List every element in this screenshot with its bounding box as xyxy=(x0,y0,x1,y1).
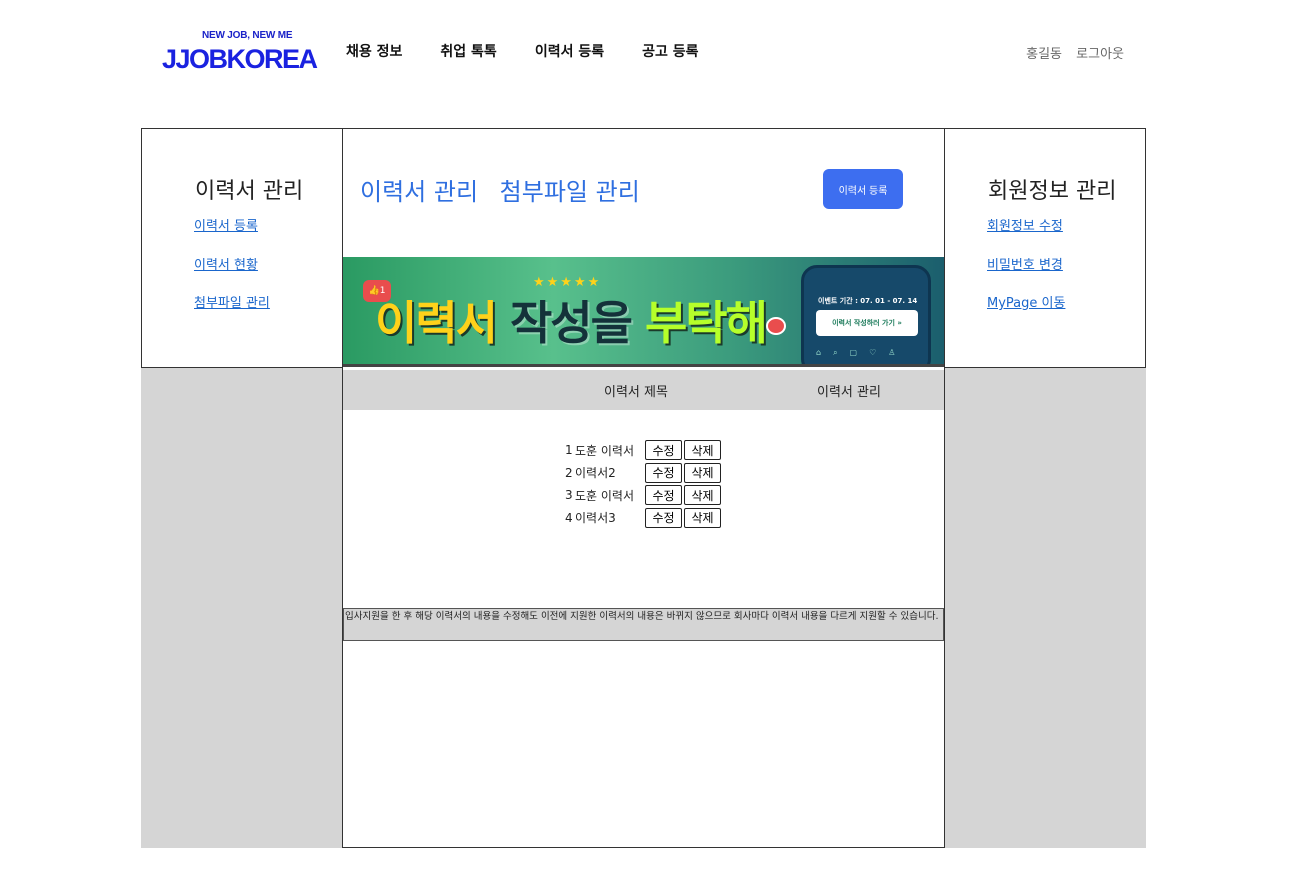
nav-job-info[interactable]: 채용 정보 xyxy=(346,41,402,61)
row-title[interactable]: 도훈 이력서 xyxy=(575,487,645,504)
delete-button[interactable]: 삭제 xyxy=(684,485,721,506)
banner-title-part3: 부탁해 xyxy=(644,296,768,350)
right-gray-fill xyxy=(945,368,1146,848)
resume-notice: 입사지원을 한 후 해당 이력서의 내용을 수정해도 이전에 지원한 이력서의 … xyxy=(343,608,944,641)
row-title[interactable]: 이력서2 xyxy=(575,464,645,481)
link-change-password[interactable]: 비밀번호 변경 xyxy=(987,254,1063,273)
logout-link[interactable]: 로그아웃 xyxy=(1076,47,1124,62)
nav-career-talk[interactable]: 취업 톡톡 xyxy=(440,41,496,61)
row-number: 1 xyxy=(565,443,573,458)
user-name[interactable]: 홍길동 xyxy=(1026,47,1062,62)
logo-text: JJOBKOREA xyxy=(162,44,318,74)
col-resume-title: 이력서 제목 xyxy=(604,385,668,400)
edit-button[interactable]: 수정 xyxy=(645,485,682,506)
member-info-title: 회원정보 관리 xyxy=(988,179,1117,204)
table-row: 1 도훈 이력서 수정 삭제 xyxy=(565,439,723,462)
edit-button[interactable]: 수정 xyxy=(645,507,682,528)
edit-button[interactable]: 수정 xyxy=(645,462,682,483)
banner-title-part2: 작성을 xyxy=(509,296,633,350)
link-resume-status[interactable]: 이력서 현황 xyxy=(194,254,258,273)
phone-nav-icons: ⌂⌕▢♡♙ xyxy=(816,348,908,357)
banner-cta: 이력서 작성하러 가기 » xyxy=(816,310,918,336)
main-nav: 채용 정보 취업 톡톡 이력서 등록 공고 등록 xyxy=(346,41,737,61)
banner-title-part1: 이력서 xyxy=(375,296,498,350)
user-area: 홍길동 로그아웃 xyxy=(1016,43,1124,62)
logo-tagline: NEW JOB, NEW ME xyxy=(202,30,293,41)
table-row: 3 도훈 이력서 수정 삭제 xyxy=(565,484,723,507)
link-resume-register[interactable]: 이력서 등록 xyxy=(194,215,258,234)
table-row: 2 이력서2 수정 삭제 xyxy=(565,462,723,485)
banner-cta-label: 이력서 작성하러 가기 xyxy=(832,319,895,327)
link-edit-member-info[interactable]: 회원정보 수정 xyxy=(987,215,1063,234)
nav-post-register[interactable]: 공고 등록 xyxy=(642,41,698,61)
delete-button[interactable]: 삭제 xyxy=(684,462,721,483)
row-number: 4 xyxy=(565,510,573,525)
link-attachment-management[interactable]: 첨부파일 관리 xyxy=(194,292,270,311)
promo-banner[interactable]: 👍1 ★★★★★ 이력서 작성을 부탁해 이벤트 기간 : 07. 01 - 0… xyxy=(343,257,944,367)
logo[interactable]: NEW JOB, NEW ME JJOBKOREA xyxy=(162,30,318,74)
phone-illustration: 이벤트 기간 : 07. 01 - 07. 14 이력서 작성하러 가기 » ⌂… xyxy=(801,265,931,364)
delete-button[interactable]: 삭제 xyxy=(684,440,721,461)
resume-list: 1 도훈 이력서 수정 삭제 2 이력서2 수정 삭제 3 도훈 이력서 수정 … xyxy=(565,439,723,529)
register-resume-button[interactable]: 이력서 등록 xyxy=(823,169,903,209)
center-content: 이력서 관리 첨부파일 관리 이력서 등록 👍1 ★★★★★ 이력서 작성을 부… xyxy=(342,128,945,848)
row-number: 3 xyxy=(565,488,573,503)
row-title[interactable]: 이력서3 xyxy=(575,509,645,526)
left-gray-fill xyxy=(141,368,342,848)
heart-icon xyxy=(766,317,786,335)
banner-title: 이력서 작성을 부탁해 xyxy=(375,287,768,353)
tab-resume-management[interactable]: 이력서 관리 xyxy=(360,178,478,206)
table-header: 이력서 제목 이력서 관리 xyxy=(343,370,944,410)
resume-management-title: 이력서 관리 xyxy=(195,179,304,204)
delete-button[interactable]: 삭제 xyxy=(684,507,721,528)
resume-management-panel: 이력서 관리 이력서 등록 이력서 현황 첨부파일 관리 xyxy=(141,128,343,368)
event-period: 이벤트 기간 : 07. 01 - 07. 14 xyxy=(818,297,918,305)
edit-button[interactable]: 수정 xyxy=(645,440,682,461)
tab-attachment-management[interactable]: 첨부파일 관리 xyxy=(500,178,640,206)
link-mypage[interactable]: MyPage 이동 xyxy=(987,292,1065,311)
col-resume-manage: 이력서 관리 xyxy=(817,385,881,400)
nav-resume-register[interactable]: 이력서 등록 xyxy=(535,41,604,61)
member-info-panel: 회원정보 관리 회원정보 수정 비밀번호 변경 MyPage 이동 xyxy=(944,128,1146,368)
table-row: 4 이력서3 수정 삭제 xyxy=(565,507,723,530)
center-tabs: 이력서 관리 첨부파일 관리 xyxy=(360,172,654,207)
row-number: 2 xyxy=(565,465,573,480)
row-title[interactable]: 도훈 이력서 xyxy=(575,442,645,459)
